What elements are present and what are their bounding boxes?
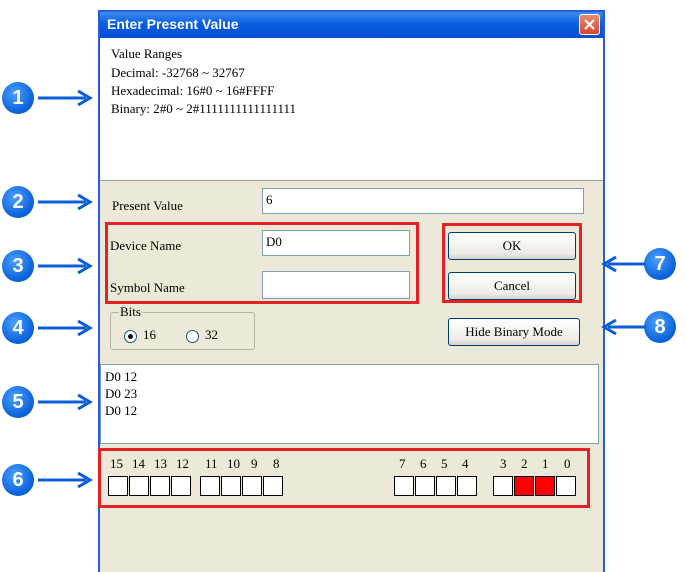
right-arrow-icon bbox=[38, 89, 93, 107]
callout-marker: 4 bbox=[2, 312, 34, 344]
decimal-range: Decimal: -32768 ~ 32767 bbox=[111, 65, 245, 80]
right-arrow-icon bbox=[38, 471, 93, 489]
present-value-label: Present Value bbox=[112, 198, 183, 213]
callout-marker: 3 bbox=[2, 250, 34, 282]
callout-marker: 7 bbox=[644, 248, 676, 280]
ok-cancel-highlight bbox=[442, 223, 582, 303]
value-ranges-heading: Value Ranges bbox=[111, 46, 183, 61]
device-symbol-highlight bbox=[105, 222, 419, 304]
list-item[interactable]: D0 12 bbox=[105, 369, 137, 385]
right-arrow-icon bbox=[38, 319, 93, 337]
right-arrow-icon bbox=[38, 193, 93, 211]
dialog-title: Enter Present Value bbox=[107, 16, 239, 32]
hide-binary-mode-button[interactable]: Hide Binary Mode bbox=[448, 318, 580, 346]
list-item[interactable]: D0 23 bbox=[105, 386, 137, 402]
bits-32-label: 32 bbox=[205, 327, 218, 342]
callout-marker: 1 bbox=[2, 82, 34, 114]
callout-marker: 2 bbox=[2, 186, 34, 218]
bits-16-radio[interactable] bbox=[124, 330, 137, 343]
list-item[interactable]: D0 12 bbox=[105, 403, 137, 419]
right-arrow-icon bbox=[38, 257, 93, 275]
bits-32-radio[interactable] bbox=[186, 330, 199, 343]
present-value-input[interactable]: 6 bbox=[262, 188, 584, 214]
bits-group: Bits 16 32 bbox=[110, 304, 255, 350]
callout-marker: 5 bbox=[2, 386, 34, 418]
title-bar: Enter Present Value bbox=[100, 12, 603, 38]
bit-panel-highlight bbox=[98, 448, 590, 508]
callout-marker: 8 bbox=[644, 311, 676, 343]
close-icon bbox=[584, 19, 595, 30]
value-ranges-panel: Value Ranges Decimal: -32768 ~ 32767 Hex… bbox=[100, 38, 603, 181]
radio-selected-dot bbox=[128, 334, 133, 339]
right-arrow-icon bbox=[38, 393, 93, 411]
bits-group-label: Bits bbox=[119, 304, 142, 320]
bits-16-label: 16 bbox=[143, 327, 156, 342]
callout-marker: 6 bbox=[2, 464, 34, 496]
enter-present-value-dialog: Enter Present Value Value Ranges Decimal… bbox=[98, 10, 605, 572]
left-arrow-icon bbox=[601, 255, 646, 273]
left-arrow-icon bbox=[601, 318, 646, 336]
binary-range: Binary: 2#0 ~ 2#1111111111111111 bbox=[111, 101, 297, 116]
device-list[interactable]: D0 12 D0 23 D0 12 bbox=[100, 364, 599, 444]
close-button[interactable] bbox=[579, 14, 600, 35]
hex-range: Hexadecimal: 16#0 ~ 16#FFFF bbox=[111, 83, 275, 98]
